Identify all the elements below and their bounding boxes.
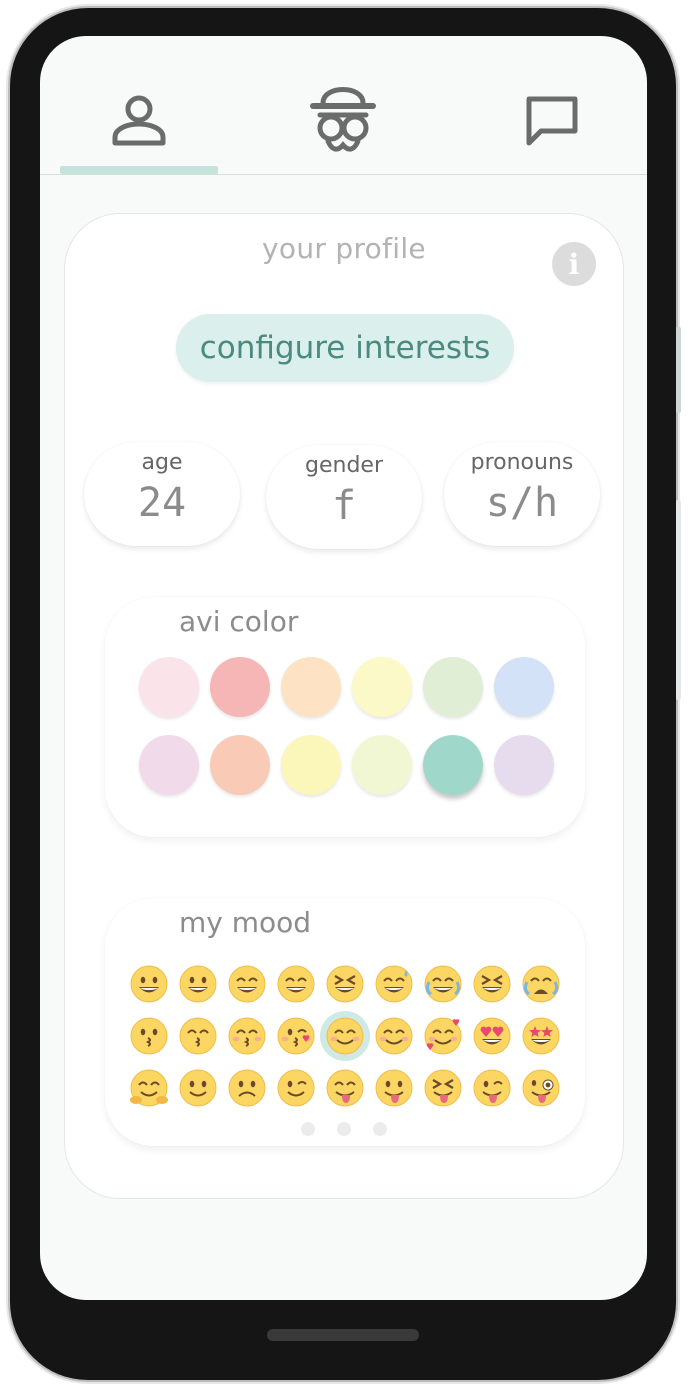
home-indicator[interactable] <box>267 1329 419 1341</box>
avi-color-swatch[interactable] <box>210 657 270 717</box>
avi-color-swatch[interactable] <box>494 735 554 795</box>
page-dot[interactable] <box>373 1122 387 1136</box>
tab-match[interactable] <box>283 76 403 166</box>
kissing-closed-eyes-icon[interactable] <box>227 1016 267 1056</box>
avi-color-swatch[interactable] <box>210 735 270 795</box>
pronouns-stat[interactable]: pronouns s/h <box>444 442 600 546</box>
avi-color-section: avi color <box>105 597 585 837</box>
winking-face-icon[interactable] <box>276 1068 316 1108</box>
avi-color-swatch[interactable] <box>423 657 483 717</box>
avi-color-swatch[interactable] <box>352 657 412 717</box>
squinting-tongue-icon[interactable] <box>423 1068 463 1108</box>
volume-button <box>676 500 681 700</box>
grinning-smiling-eyes-icon[interactable] <box>227 964 267 1004</box>
avi-color-swatch[interactable] <box>139 735 199 795</box>
avi-color-swatch[interactable] <box>139 657 199 717</box>
grinning-face-icon[interactable] <box>129 964 169 1004</box>
top-nav <box>40 36 647 175</box>
avi-color-swatch[interactable] <box>494 657 554 717</box>
smiling-blush-icon[interactable] <box>320 1011 370 1061</box>
smiling-hearts-icon[interactable] <box>423 1016 463 1056</box>
beaming-face-icon[interactable] <box>276 964 316 1004</box>
kissing-face-icon[interactable] <box>129 1016 169 1056</box>
loudly-crying-icon[interactable] <box>521 964 561 1004</box>
pronouns-label: pronouns <box>470 450 574 475</box>
grinning-big-eyes-icon[interactable] <box>178 964 218 1004</box>
rolling-laughing-icon[interactable] <box>472 964 512 1004</box>
hugging-face-icon[interactable] <box>129 1068 169 1108</box>
info-icon: i <box>568 247 580 281</box>
age-label: age <box>141 450 183 475</box>
age-stat[interactable]: age 24 <box>84 442 240 546</box>
kissing-smiling-eyes-icon[interactable] <box>178 1016 218 1056</box>
tears-of-joy-icon[interactable] <box>423 964 463 1004</box>
info-button[interactable]: i <box>552 242 596 286</box>
avi-color-swatch[interactable] <box>352 735 412 795</box>
page-dot[interactable] <box>337 1122 351 1136</box>
gender-stat[interactable]: gender f <box>266 445 422 549</box>
app-screen: your profile i configure interests age 2… <box>40 36 647 1300</box>
face-blowing-kiss-icon[interactable] <box>276 1016 316 1056</box>
sweat-smile-icon[interactable] <box>374 964 414 1004</box>
mood-section: my mood <box>105 898 585 1146</box>
hat-glasses-icon <box>310 87 376 152</box>
upside-down-face-icon[interactable] <box>227 1068 267 1108</box>
power-button <box>676 327 681 413</box>
active-tab-indicator <box>60 166 218 174</box>
heart-eyes-icon[interactable] <box>472 1016 512 1056</box>
avi-color-title: avi color <box>179 605 299 638</box>
avi-color-swatch[interactable] <box>423 735 483 795</box>
tab-chat[interactable] <box>492 76 612 166</box>
age-value: 24 <box>137 480 187 526</box>
gender-value: f <box>331 483 357 529</box>
mood-title: my mood <box>179 906 312 939</box>
zany-face-icon[interactable] <box>521 1068 561 1108</box>
page-title: your profile <box>262 232 426 265</box>
yum-face-icon[interactable] <box>325 1068 365 1108</box>
gender-label: gender <box>305 453 383 478</box>
smiling-eyes-icon[interactable] <box>374 1016 414 1056</box>
avi-color-swatch[interactable] <box>281 735 341 795</box>
tongue-face-icon[interactable] <box>374 1068 414 1108</box>
slight-smile-icon[interactable] <box>178 1068 218 1108</box>
configure-interests-button[interactable]: configure interests <box>176 314 514 382</box>
avi-color-swatch[interactable] <box>281 657 341 717</box>
chat-bubble-icon <box>526 96 578 146</box>
tab-profile[interactable] <box>79 76 199 166</box>
star-struck-icon[interactable] <box>521 1016 561 1056</box>
pronouns-value: s/h <box>485 480 559 526</box>
profile-card: your profile i configure interests age 2… <box>64 213 624 1199</box>
squinting-laugh-icon[interactable] <box>325 964 365 1004</box>
page-dot[interactable] <box>301 1122 315 1136</box>
person-icon <box>112 95 166 146</box>
winking-tongue-icon[interactable] <box>472 1068 512 1108</box>
